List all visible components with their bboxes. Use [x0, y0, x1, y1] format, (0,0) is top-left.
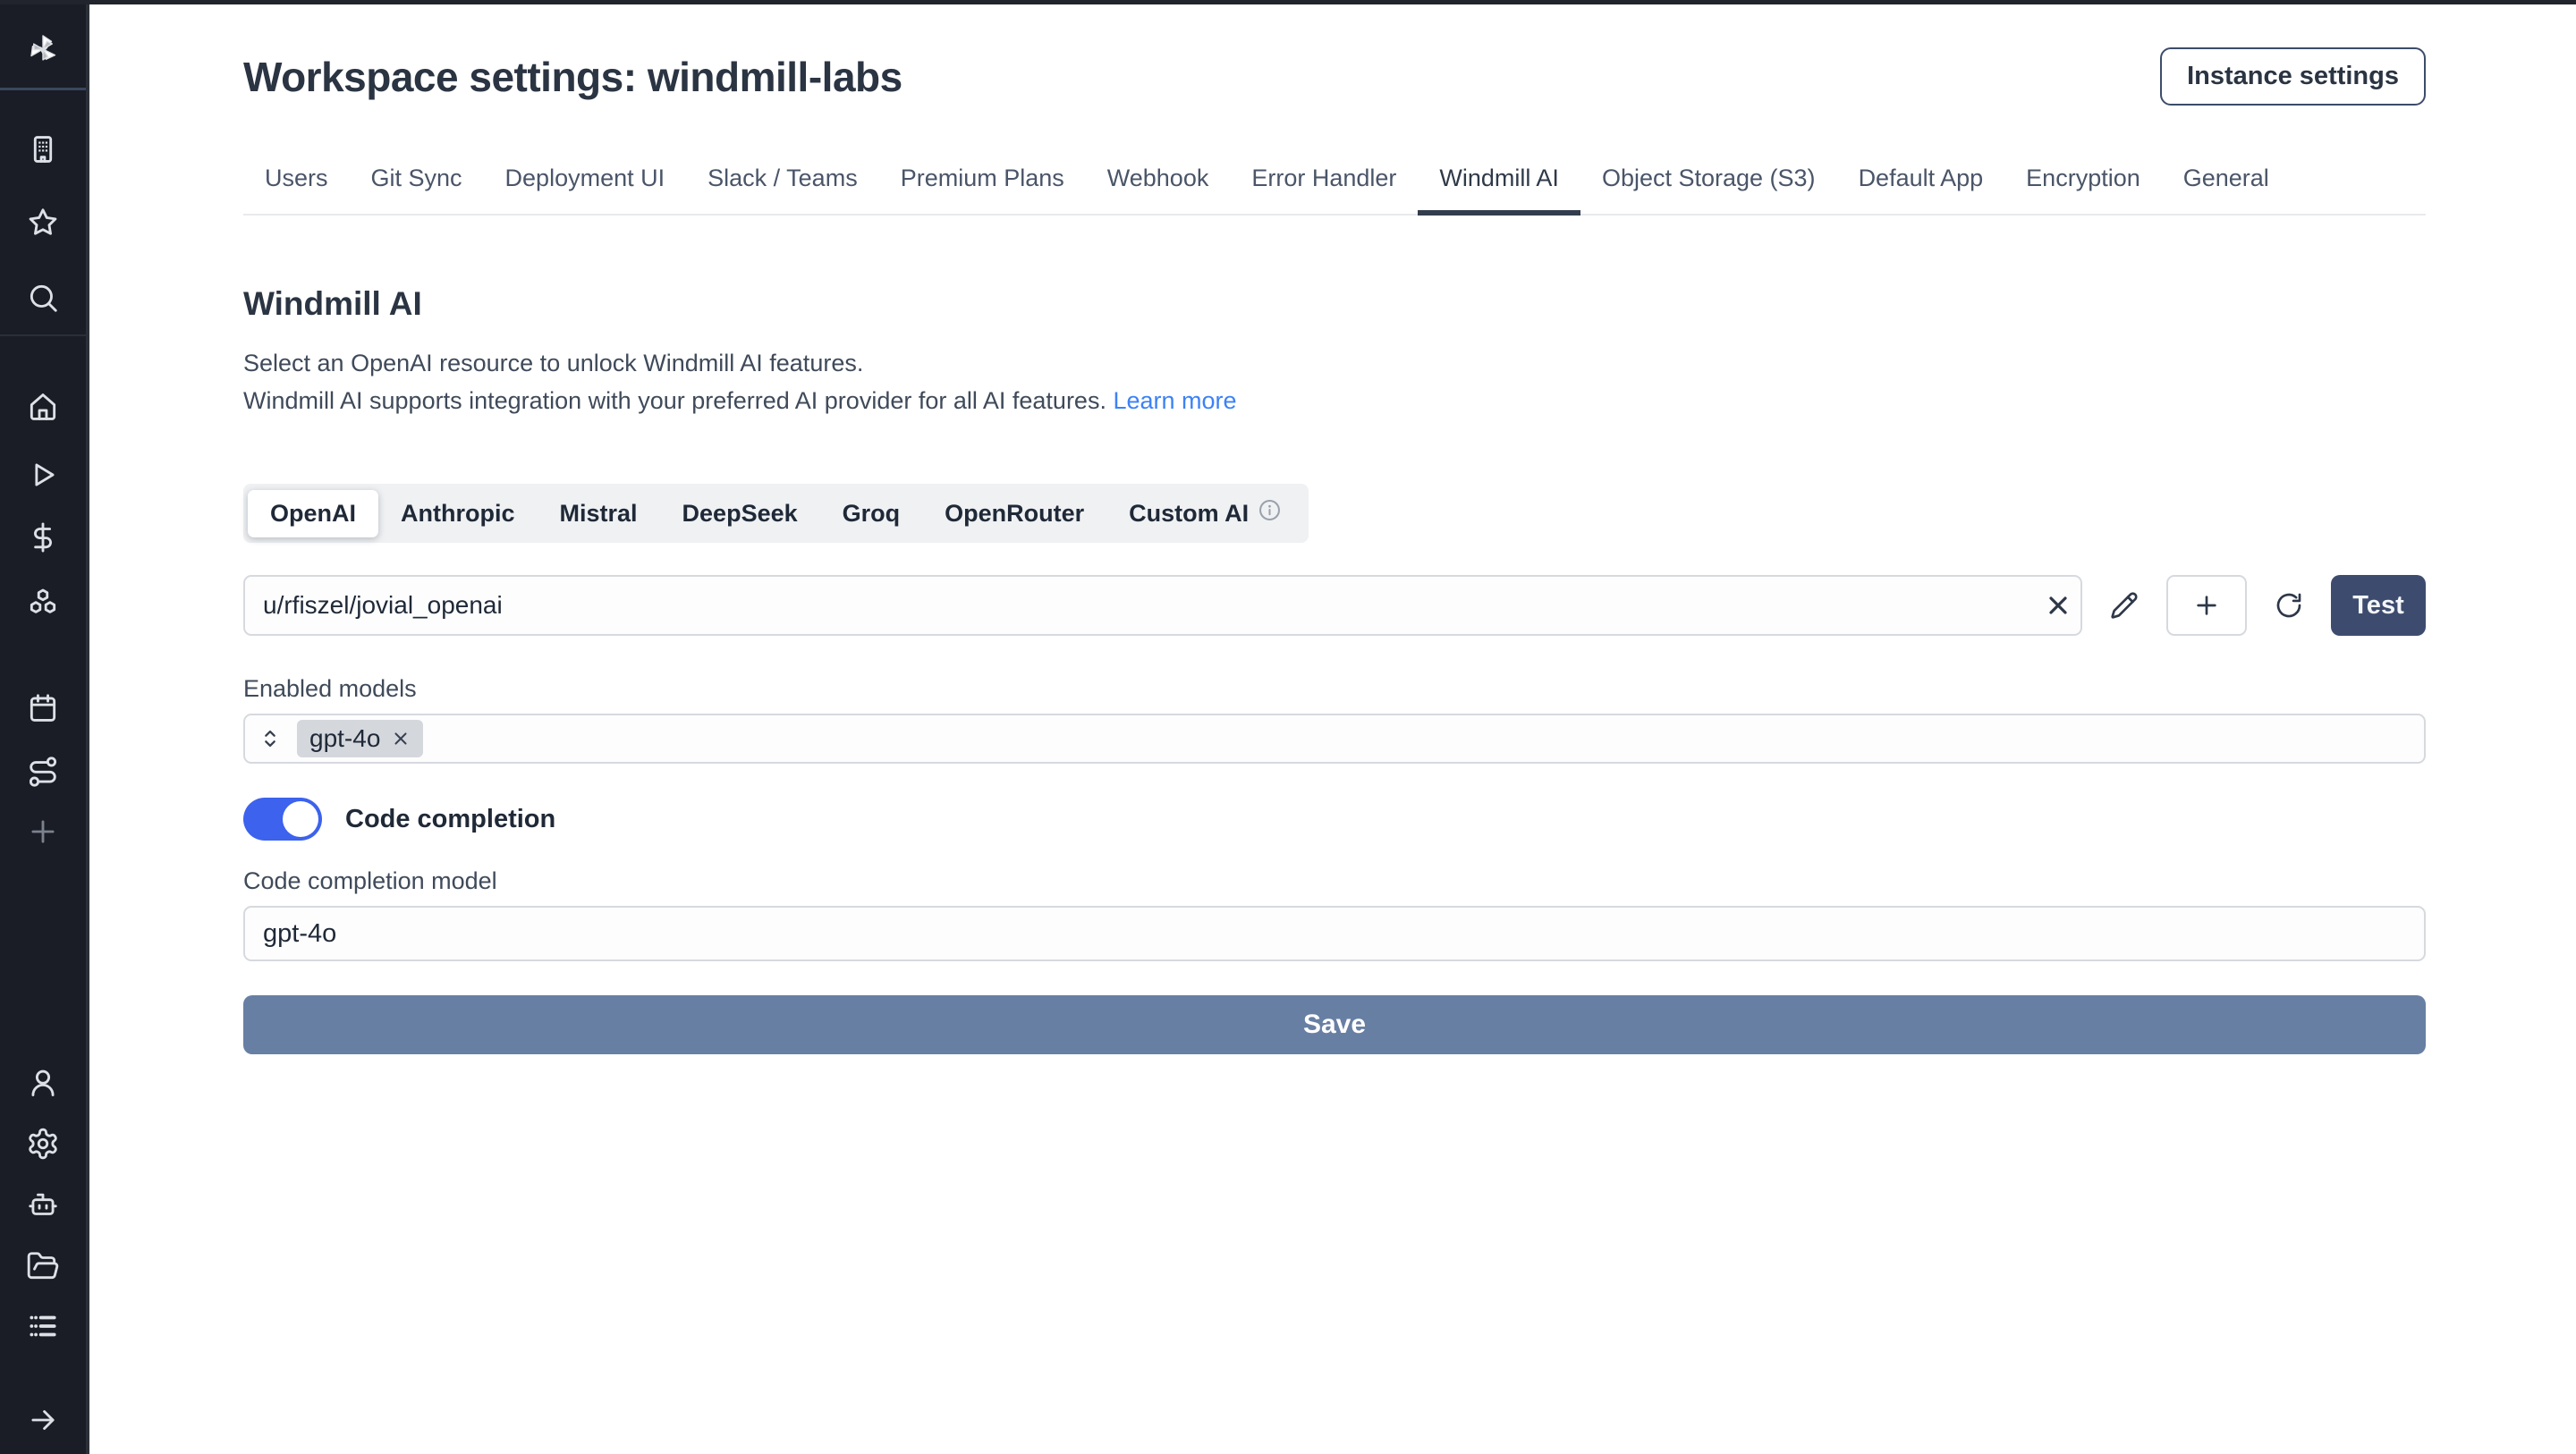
refresh-icon[interactable]	[2267, 575, 2311, 636]
provider-custom-ai[interactable]: Custom AI	[1106, 488, 1304, 538]
folder-open-icon[interactable]	[18, 1241, 68, 1291]
sidebar-divider	[0, 334, 86, 336]
provider-openai[interactable]: OpenAI	[248, 490, 378, 537]
settings-gear-icon[interactable]	[18, 1119, 68, 1169]
learn-more-link[interactable]: Learn more	[1113, 387, 1236, 414]
page-title: Workspace settings: windmill-labs	[243, 53, 902, 101]
tab-webhook[interactable]: Webhook	[1086, 156, 1231, 214]
save-button[interactable]: Save	[243, 995, 2426, 1054]
info-icon[interactable]	[1258, 498, 1282, 528]
settings-tabs: Users Git Sync Deployment UI Slack / Tea…	[243, 156, 2426, 216]
code-completion-model-label: Code completion model	[243, 867, 2426, 895]
provider-tabs: OpenAI Anthropic Mistral DeepSeek Groq O…	[243, 484, 1309, 543]
description-line-1: Select an OpenAI resource to unlock Wind…	[243, 344, 2426, 382]
tab-error-handler[interactable]: Error Handler	[1230, 156, 1418, 214]
tab-users[interactable]: Users	[243, 156, 350, 214]
search-icon[interactable]	[18, 273, 68, 323]
sidebar-divider	[0, 88, 86, 90]
instance-settings-button[interactable]: Instance settings	[2160, 47, 2426, 106]
star-icon[interactable]	[18, 198, 68, 248]
tab-slack-teams[interactable]: Slack / Teams	[686, 156, 879, 214]
tab-premium-plans[interactable]: Premium Plans	[879, 156, 1086, 214]
clear-icon[interactable]	[2036, 591, 2080, 620]
main-content: Workspace settings: windmill-labs Instan…	[93, 4, 2576, 1054]
tab-encryption[interactable]: Encryption	[2004, 156, 2162, 214]
edit-pencil-icon[interactable]	[2102, 575, 2147, 636]
provider-anthropic[interactable]: Anthropic	[378, 490, 538, 537]
enabled-models-label: Enabled models	[243, 675, 2426, 703]
calendar-icon[interactable]	[18, 683, 68, 733]
play-icon[interactable]	[18, 450, 68, 500]
description-line-2: Windmill AI supports integration with yo…	[243, 382, 2426, 419]
plus-icon[interactable]	[18, 807, 68, 857]
enabled-models-input[interactable]: gpt-4o	[243, 714, 2426, 764]
provider-groq[interactable]: Groq	[820, 490, 923, 537]
tab-git-sync[interactable]: Git Sync	[350, 156, 484, 214]
code-completion-toggle[interactable]	[243, 798, 322, 841]
tab-general[interactable]: General	[2162, 156, 2291, 214]
route-icon[interactable]	[18, 747, 68, 797]
tab-deployment-ui[interactable]: Deployment UI	[484, 156, 687, 214]
building-icon[interactable]	[18, 124, 68, 174]
chevrons-up-down-icon	[258, 726, 283, 751]
resource-input[interactable]	[245, 591, 2036, 620]
resource-input-container	[243, 575, 2082, 636]
tab-object-storage[interactable]: Object Storage (S3)	[1580, 156, 1837, 214]
test-button[interactable]: Test	[2331, 575, 2426, 636]
list-icon[interactable]	[18, 1301, 68, 1351]
remove-tag-icon[interactable]	[391, 729, 411, 748]
code-completion-model-input[interactable]	[243, 906, 2426, 961]
tab-windmill-ai[interactable]: Windmill AI	[1418, 156, 1580, 214]
cubes-icon[interactable]	[18, 577, 68, 627]
window-top-edge	[0, 0, 2576, 4]
provider-deepseek[interactable]: DeepSeek	[660, 490, 820, 537]
section-description: Select an OpenAI resource to unlock Wind…	[243, 344, 2426, 419]
code-completion-label: Code completion	[345, 805, 555, 834]
section-heading: Windmill AI	[243, 285, 2426, 323]
home-icon[interactable]	[18, 382, 68, 432]
add-resource-button[interactable]	[2166, 575, 2247, 636]
toggle-knob	[283, 801, 318, 837]
provider-mistral[interactable]: Mistral	[538, 490, 660, 537]
model-tag-label: gpt-4o	[309, 724, 380, 753]
model-tag: gpt-4o	[297, 720, 423, 757]
sidebar	[0, 0, 89, 1454]
user-icon[interactable]	[18, 1058, 68, 1108]
robot-icon[interactable]	[18, 1180, 68, 1230]
dollar-icon[interactable]	[18, 512, 68, 562]
windmill-logo-icon[interactable]	[18, 24, 68, 74]
arrow-right-icon[interactable]	[18, 1395, 68, 1445]
tab-default-app[interactable]: Default App	[1837, 156, 2005, 214]
provider-openrouter[interactable]: OpenRouter	[922, 490, 1106, 537]
